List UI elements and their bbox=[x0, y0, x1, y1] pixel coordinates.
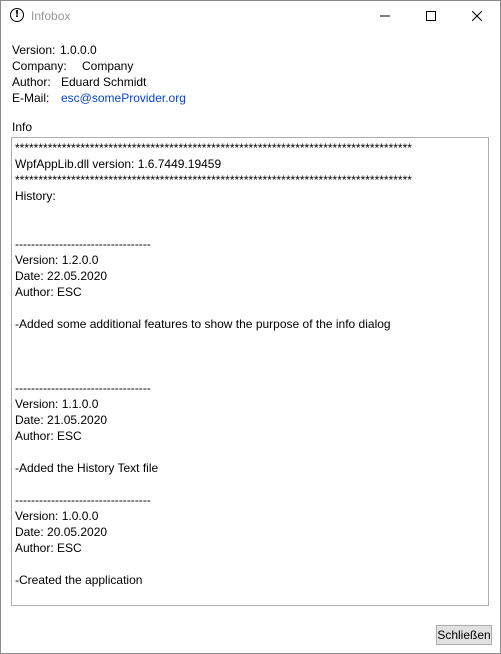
author-label: Author: bbox=[12, 75, 51, 89]
close-icon bbox=[472, 11, 482, 21]
textbox-line bbox=[15, 476, 412, 492]
textbox-line: Version: 1.0.0.0 bbox=[15, 509, 99, 523]
textbox-line bbox=[15, 300, 412, 316]
infobox-window: ! Infobox Version: 1.0.0.0 Company: Comp… bbox=[0, 0, 501, 654]
email-link[interactable]: esc@someProvider.org bbox=[61, 90, 186, 106]
info-icon: ! bbox=[10, 8, 24, 22]
close-window-button[interactable] bbox=[454, 1, 500, 31]
textbox-line: Author: ESC bbox=[15, 285, 82, 299]
textbox-line: -Added some additional features to show … bbox=[15, 317, 391, 331]
textbox-line: Author: ESC bbox=[15, 429, 82, 443]
textbox-line: -Added the History Text file bbox=[15, 461, 159, 475]
textbox-line: Date: 22.05.2020 bbox=[15, 269, 108, 283]
history-textbox[interactable]: ****************************************… bbox=[11, 137, 489, 606]
textbox-line bbox=[15, 444, 412, 460]
textbox-line: Version: 1.2.0.0 bbox=[15, 253, 99, 267]
info-section-label: Info bbox=[12, 120, 33, 134]
company-value: Company bbox=[82, 59, 134, 73]
textbox-line: Author: ESC bbox=[15, 541, 82, 555]
history-text: ****************************************… bbox=[15, 140, 412, 588]
textbox-line bbox=[15, 364, 412, 380]
textbox-line bbox=[15, 204, 412, 220]
textbox-line: History: bbox=[15, 189, 56, 203]
textbox-line: Date: 21.05.2020 bbox=[15, 413, 108, 427]
textbox-line: WpfAppLib.dll version: 1.6.7449.19459 bbox=[15, 157, 222, 171]
maximize-button[interactable] bbox=[408, 1, 454, 31]
textbox-line: ---------------------------------- bbox=[15, 381, 151, 395]
minimize-button[interactable] bbox=[362, 1, 408, 31]
company-label: Company: bbox=[12, 59, 67, 73]
minimize-icon bbox=[380, 15, 390, 17]
close-button[interactable]: Schließen bbox=[436, 625, 492, 645]
maximize-icon bbox=[426, 11, 436, 21]
textbox-line: ---------------------------------- bbox=[15, 493, 151, 507]
textbox-line: ---------------------------------- bbox=[15, 237, 151, 251]
email-label: E-Mail: bbox=[12, 91, 50, 105]
textbox-line bbox=[15, 348, 412, 364]
version-row: Version: 1.0.0.0 bbox=[12, 42, 97, 58]
textbox-line bbox=[15, 220, 412, 236]
title-bar[interactable]: ! Infobox bbox=[1, 1, 500, 31]
textbox-line: -Created the application bbox=[15, 573, 143, 587]
textbox-line: Version: 1.1.0.0 bbox=[15, 397, 99, 411]
version-value: 1.0.0.0 bbox=[60, 43, 97, 57]
author-value: Eduard Schmidt bbox=[61, 75, 147, 89]
textbox-line bbox=[15, 556, 412, 572]
author-row: Author: Eduard Schmidt bbox=[12, 74, 146, 90]
textbox-line bbox=[15, 332, 412, 348]
textbox-line: ****************************************… bbox=[15, 141, 412, 155]
textbox-line: ****************************************… bbox=[15, 173, 412, 187]
email-row: E-Mail: esc@someProvider.org bbox=[12, 90, 186, 106]
window-title: Infobox bbox=[31, 9, 71, 23]
version-label: Version: bbox=[12, 43, 56, 57]
company-row: Company: Company bbox=[12, 58, 133, 74]
textbox-line: Date: 20.05.2020 bbox=[15, 525, 108, 539]
